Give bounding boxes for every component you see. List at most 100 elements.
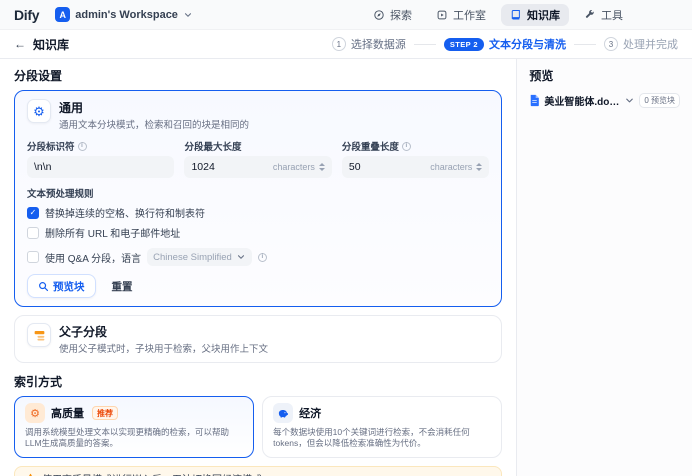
general-card-title: 通用 xyxy=(59,99,249,116)
topbar: Dify A admin's Workspace 探索 工作室 知识库 工具 xyxy=(0,0,692,30)
checkbox-unchecked[interactable] xyxy=(27,227,39,239)
step-number: 3 xyxy=(604,37,618,51)
nav-explore[interactable]: 探索 xyxy=(364,4,421,26)
rule-label: 删除所有 URL 和电子邮件地址 xyxy=(45,225,180,240)
parent-child-chunk-card[interactable]: 父子分段 使用父子模式时，子块用于检索，父块用作上下文 xyxy=(14,315,502,363)
preview-title: 预览 xyxy=(529,67,680,84)
nav-label: 工具 xyxy=(601,7,623,23)
rule-remove-urls[interactable]: 删除所有 URL 和电子邮件地址 xyxy=(27,225,489,240)
step-label: 文本分段与清洗 xyxy=(489,36,566,52)
preview-chunk-count-badge: 0 预览块 xyxy=(639,93,680,108)
step-3-finish: 3 处理并完成 xyxy=(604,36,678,52)
chunk-fields: 分段标识符 分段最大长度 1024 characters xyxy=(27,139,489,178)
stepper[interactable] xyxy=(319,163,325,171)
field-label: 分段最大长度 xyxy=(184,139,241,153)
general-card-description: 通用文本分块模式，检索和召回的块是相同的 xyxy=(59,117,249,131)
parent-child-description: 使用父子模式时，子块用于检索，父块用作上下文 xyxy=(59,341,268,355)
workspace-switcher[interactable]: A admin's Workspace xyxy=(51,5,197,24)
step-2-segmentation: STEP 2 文本分段与清洗 xyxy=(444,36,566,52)
max-length-input[interactable]: 1024 characters xyxy=(184,156,331,178)
dify-logo[interactable]: Dify xyxy=(14,7,39,23)
general-chunk-card[interactable]: ⚙ 通用 通用文本分块模式，检索和召回的块是相同的 分段标识符 xyxy=(14,90,502,307)
back-arrow-icon: ← xyxy=(14,37,26,51)
info-icon[interactable] xyxy=(258,253,267,262)
qa-language-value: Chinese Simplified xyxy=(153,252,232,263)
field-overlap: 分段重叠长度 50 characters xyxy=(342,139,489,178)
nav-label: 工作室 xyxy=(453,7,486,23)
info-icon[interactable] xyxy=(402,142,411,151)
document-icon xyxy=(529,94,540,107)
delimiter-input[interactable] xyxy=(27,156,174,178)
info-icon[interactable] xyxy=(78,142,87,151)
preprocess-rules-title: 文本预处理规则 xyxy=(27,186,489,200)
option-title: 高质量 xyxy=(51,405,84,421)
chevron-down-icon xyxy=(183,10,193,20)
nav-tools[interactable]: 工具 xyxy=(575,4,632,26)
gear-icon: ⚙ xyxy=(27,99,51,123)
checkbox-checked[interactable] xyxy=(27,207,39,219)
embedding-warning: 使用高质量模式进行嵌入后，无法切换回经济模式。 xyxy=(14,466,502,476)
parent-child-title: 父子分段 xyxy=(59,323,268,340)
tools-icon xyxy=(584,9,596,21)
qa-language-select[interactable]: Chinese Simplified xyxy=(147,248,252,266)
index-method-options: ⚙ 高质量 推荐 调用系统模型处理文本以实现更精确的检索，可以帮助LLM生成高质… xyxy=(14,396,502,458)
field-label: 分段标识符 xyxy=(27,139,75,153)
index-method-title: 索引方式 xyxy=(14,373,502,390)
input-value: 50 xyxy=(349,161,426,173)
field-delimiter: 分段标识符 xyxy=(27,139,174,178)
field-max-length: 分段最大长度 1024 characters xyxy=(184,139,331,178)
step-label: 处理并完成 xyxy=(623,36,678,52)
magnifier-icon xyxy=(38,281,49,292)
qa-label: 使用 Q&A 分段，语言 xyxy=(45,250,141,265)
workspace-name: admin's Workspace xyxy=(75,9,178,21)
rule-label: 替换掉连续的空格、换行符和制表符 xyxy=(45,205,205,220)
qa-checkbox[interactable] xyxy=(27,251,39,263)
option-economical[interactable]: 经济 每个数据块使用10个关键词进行检索，不会消耗任何tokens，但会以降低检… xyxy=(262,396,502,458)
reset-button[interactable]: 重置 xyxy=(104,274,141,298)
page-title: 知识库 xyxy=(33,36,69,53)
field-label: 分段重叠长度 xyxy=(342,139,399,153)
step-connector xyxy=(414,44,436,45)
input-unit: characters xyxy=(273,162,315,172)
settings-column: 分段设置 ⚙ 通用 通用文本分块模式，检索和召回的块是相同的 分段标识符 xyxy=(0,59,516,476)
document-name: 美业智能体.docx xyxy=(544,93,620,108)
option-description: 调用系统模型处理文本以实现更精确的检索，可以帮助LLM生成高质量的答案。 xyxy=(25,427,243,450)
hierarchy-icon xyxy=(27,323,51,347)
preview-panel: 预览 美业智能体.docx 0 预览块 xyxy=(516,59,692,476)
chunk-settings-title: 分段设置 xyxy=(14,67,502,84)
studio-icon xyxy=(436,9,448,21)
page-header: ← 知识库 1 选择数据源 STEP 2 文本分段与清洗 3 处理并完成 xyxy=(0,30,692,59)
dify-app: Dify A admin's Workspace 探索 工作室 知识库 工具 xyxy=(0,0,692,476)
knowledge-book-icon xyxy=(510,9,522,21)
compass-icon xyxy=(373,9,385,21)
piggy-bank-icon xyxy=(273,403,293,423)
back-to-knowledge[interactable]: ← 知识库 xyxy=(14,36,69,53)
quality-gear-icon: ⚙ xyxy=(25,403,45,423)
chevron-down-icon xyxy=(624,94,635,107)
stepper[interactable] xyxy=(476,163,482,171)
step-badge: STEP 2 xyxy=(444,38,484,51)
content-area: 分段设置 ⚙ 通用 通用文本分块模式，检索和召回的块是相同的 分段标识符 xyxy=(0,59,692,476)
overlap-input[interactable]: 50 characters xyxy=(342,156,489,178)
qa-segmentation-row: 使用 Q&A 分段，语言 Chinese Simplified xyxy=(27,248,489,266)
preview-button-label: 预览块 xyxy=(53,279,85,294)
nav-knowledge[interactable]: 知识库 xyxy=(501,4,569,26)
nav-label: 知识库 xyxy=(527,7,560,23)
recommended-badge: 推荐 xyxy=(92,406,118,420)
step-connector xyxy=(574,44,596,45)
step-1-data-source: 1 选择数据源 xyxy=(332,36,406,52)
chevron-down-icon xyxy=(236,252,246,262)
nav-studio[interactable]: 工作室 xyxy=(427,4,495,26)
input-unit: characters xyxy=(430,162,472,172)
option-title: 经济 xyxy=(299,405,321,421)
preview-chunks-button[interactable]: 预览块 xyxy=(27,274,96,298)
step-label: 选择数据源 xyxy=(351,36,406,52)
rule-replace-whitespace[interactable]: 替换掉连续的空格、换行符和制表符 xyxy=(27,205,489,220)
main-nav: 探索 工作室 知识库 工具 xyxy=(364,4,632,26)
preview-document-selector[interactable]: 美业智能体.docx 0 预览块 xyxy=(529,93,680,108)
option-description: 每个数据块使用10个关键词进行检索，不会消耗任何tokens，但会以降低检索准确… xyxy=(273,427,491,450)
option-high-quality[interactable]: ⚙ 高质量 推荐 调用系统模型处理文本以实现更精确的检索，可以帮助LLM生成高质… xyxy=(14,396,254,458)
input-value: 1024 xyxy=(191,161,268,173)
card-actions: 预览块 重置 xyxy=(27,274,489,298)
step-indicator: 1 选择数据源 STEP 2 文本分段与清洗 3 处理并完成 xyxy=(332,36,678,52)
